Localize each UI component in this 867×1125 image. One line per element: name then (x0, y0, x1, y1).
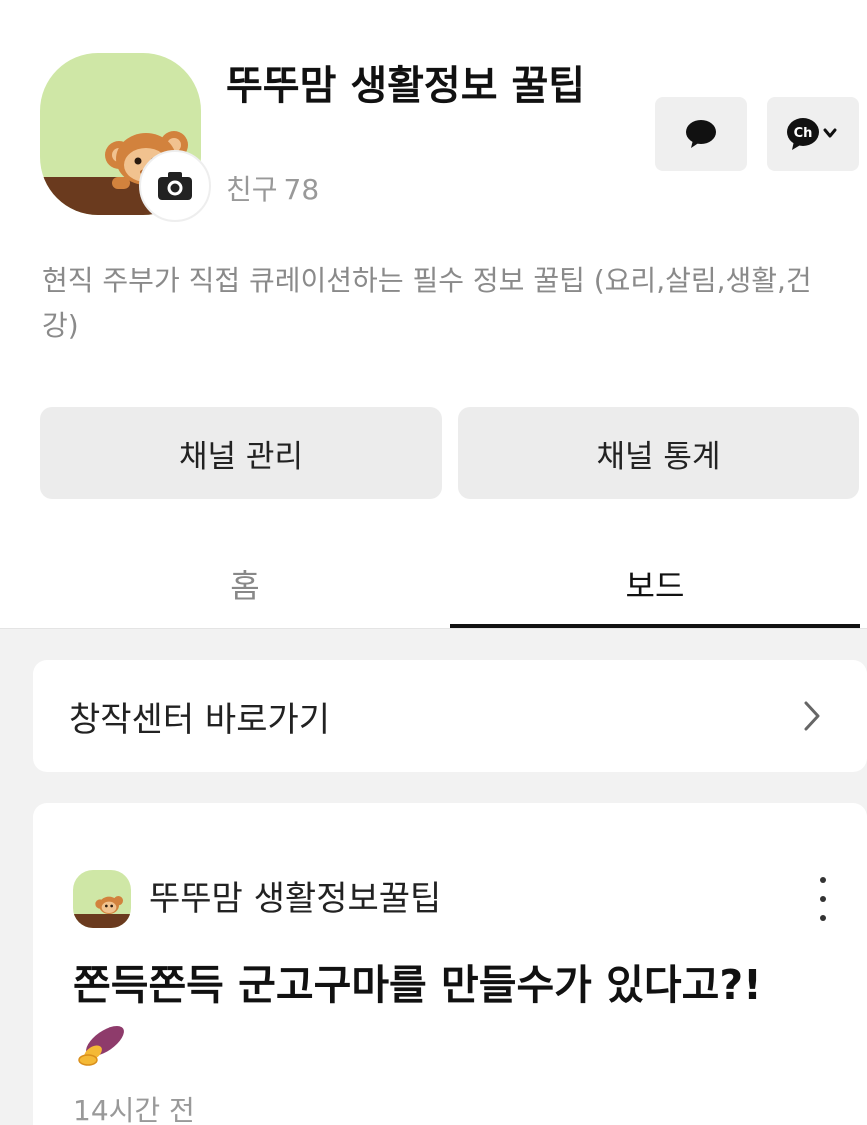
ch-channel-icon: Ch (787, 118, 837, 150)
post-timestamp: 14시간 전 (73, 1094, 195, 1125)
tab-board[interactable]: 보드 (450, 540, 860, 628)
svg-text:Ch: Ch (794, 126, 813, 141)
channel-header: 뚜뚜맘 생활정보 꿀팁 친구 78 Ch 현직 주부가 직접 큐레이션하는 필수 … (0, 0, 867, 628)
more-vertical-icon (820, 877, 826, 883)
post-author-name[interactable]: 뚜뚜맘 생활정보꿀팁 (149, 871, 441, 920)
camera-icon (158, 172, 192, 200)
chat-bubble-icon (686, 120, 716, 148)
post-title[interactable]: 쫀득쫀득 군고구마를 만들수가 있다고?! (73, 955, 793, 1075)
post-author-avatar[interactable] (73, 870, 131, 928)
post-card[interactable]: 뚜뚜맘 생활정보꿀팁 쫀득쫀득 군고구마를 만들수가 있다고?! 14시간 전 (33, 803, 867, 1125)
channel-stats-button[interactable]: 채널 통계 (458, 407, 859, 499)
sweet-potato-icon (78, 1025, 124, 1066)
channel-menu-button[interactable]: Ch (767, 97, 859, 171)
friends-number: 78 (283, 173, 320, 206)
chat-button[interactable] (655, 97, 747, 171)
tab-home[interactable]: 홈 (40, 540, 450, 628)
camera-button[interactable] (139, 150, 211, 222)
post-title-text: 쫀득쫀득 군고구마를 만들수가 있다고?! (73, 961, 762, 1009)
channel-title: 뚜뚜맘 생활정보 꿀팁 (226, 63, 586, 109)
friends-label: 친구 (226, 173, 278, 206)
creator-center-label: 창작센터 바로가기 (69, 699, 331, 740)
friends-count[interactable]: 친구 78 (226, 168, 319, 208)
monkey-mascot-icon (95, 896, 123, 914)
chevron-right-icon (804, 701, 820, 731)
manage-channel-button[interactable]: 채널 관리 (40, 407, 442, 499)
channel-description: 현직 주부가 직접 큐레이션하는 필수 정보 꿀팁 (요리,살림,생활,건강) (42, 264, 812, 342)
creator-center-link[interactable]: 창작센터 바로가기 (33, 660, 867, 772)
more-options-button[interactable] (811, 877, 835, 921)
